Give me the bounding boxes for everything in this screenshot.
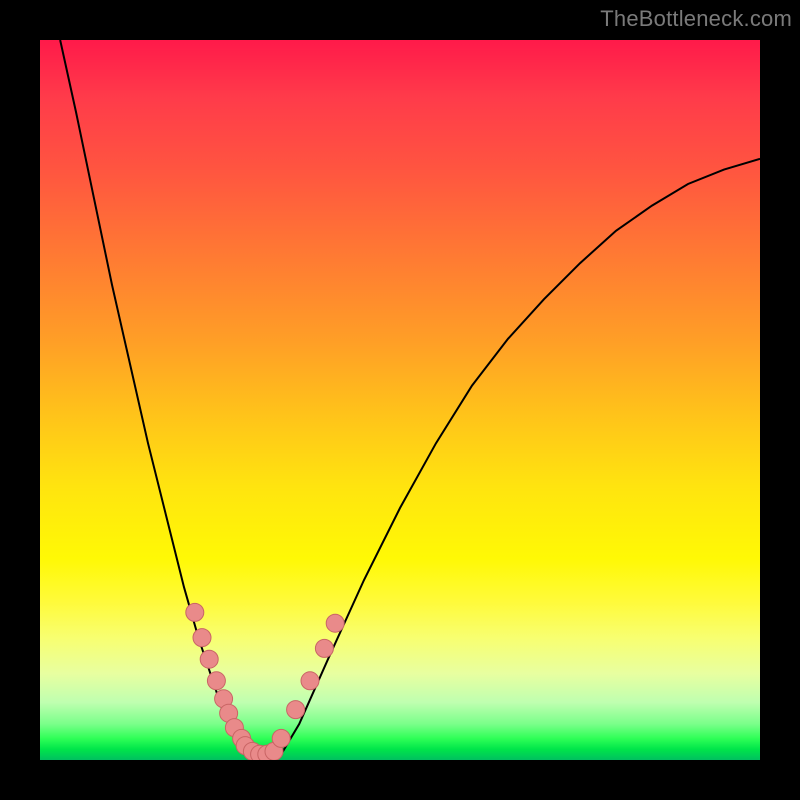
- chart-frame: TheBottleneck.com: [0, 0, 800, 800]
- brand-watermark: TheBottleneck.com: [600, 6, 792, 32]
- plot-background-gradient: [40, 40, 760, 760]
